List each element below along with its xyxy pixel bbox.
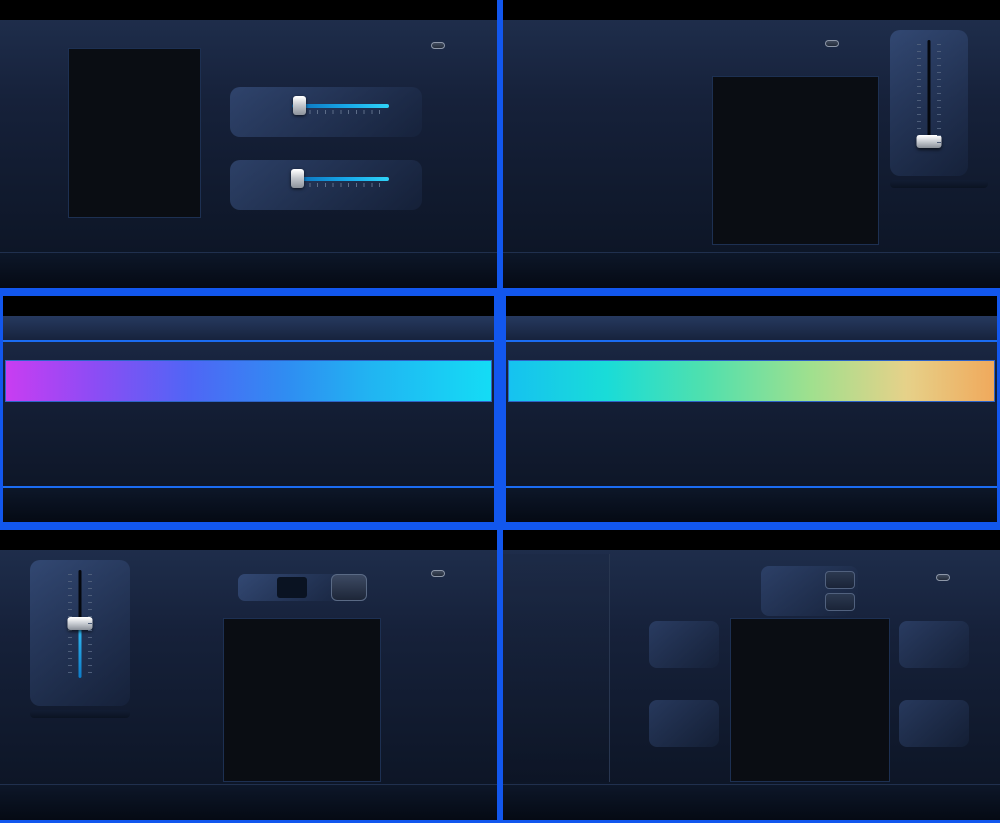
- bottom-tab-bar: [3, 486, 494, 522]
- bottom-tab-bar: [503, 252, 1000, 288]
- filter-slider-card-front: [230, 87, 422, 137]
- master-delay-card: [761, 566, 858, 616]
- slider-track: [292, 177, 389, 181]
- speaker-max-icon: [397, 106, 413, 118]
- slider-thumb[interactable]: [68, 617, 93, 630]
- bass-boost-card: [890, 30, 968, 176]
- level-value: [277, 577, 307, 598]
- delay-clock-icon: [767, 574, 781, 587]
- filter-freq-slider[interactable]: [291, 95, 390, 129]
- speaker-max-icon: [397, 179, 413, 191]
- bottom-tab-bar: [503, 784, 1000, 820]
- panel-sound: [503, 0, 1000, 288]
- slider-thumb[interactable]: [293, 96, 306, 115]
- crosshair-icon: [239, 175, 261, 196]
- default-button[interactable]: [431, 570, 445, 577]
- slider-track: [292, 104, 389, 108]
- status-bar: [503, 530, 1000, 550]
- distance-arrow-icon: [767, 596, 781, 609]
- status-bar: [0, 0, 497, 20]
- default-button[interactable]: [825, 40, 839, 47]
- bottom-tab-bar: [0, 784, 497, 820]
- speaker-min-icon: [268, 179, 284, 191]
- eq-axis-labels: [508, 403, 522, 453]
- spectrum-gradient-bar: [508, 360, 995, 402]
- status-bar: [506, 296, 997, 316]
- delay-minus-button[interactable]: [825, 593, 855, 611]
- subwoofer-gain-track[interactable]: [67, 568, 93, 680]
- status-bar: [3, 296, 494, 316]
- filter-freq-slider[interactable]: [291, 168, 390, 202]
- listen-mode-list: [503, 554, 610, 782]
- bottom-tab-bar: [506, 486, 997, 522]
- panel-bass-filter: [0, 0, 497, 288]
- bass-boost-slider: [892, 38, 966, 150]
- slider-ticks: [294, 183, 387, 187]
- subwoofer-gain-slider: [32, 568, 128, 680]
- bass-boost-track[interactable]: [916, 38, 942, 150]
- spectrum-gradient-bar: [5, 360, 492, 402]
- phase-icon: [338, 581, 360, 594]
- speaker-min-icon: [268, 106, 284, 118]
- delay-rear-left[interactable]: [649, 700, 719, 747]
- delay-front-right[interactable]: [899, 621, 969, 668]
- panel-eq-high: [503, 296, 1000, 522]
- filter-slider-card-sub: [230, 160, 422, 210]
- eq-mode-tabs: [3, 316, 494, 342]
- grid4-icon: [239, 102, 261, 123]
- panel-surround: [503, 530, 1000, 820]
- bottom-tab-bar: [0, 252, 497, 288]
- car-balance-image[interactable]: [223, 618, 381, 782]
- car-speakers-image: [68, 48, 201, 218]
- eq-axis-labels: [5, 403, 19, 453]
- screen-grid: [0, 0, 1000, 823]
- slider-ticks: [294, 110, 387, 114]
- car-speakers-image: [712, 76, 879, 245]
- panel-eq-low: [0, 296, 497, 522]
- eq-mode-tabs: [506, 316, 997, 342]
- car-delay-image[interactable]: [730, 618, 890, 782]
- panel-balance: [0, 530, 497, 820]
- default-button[interactable]: [431, 42, 445, 49]
- delay-plus-button[interactable]: [825, 571, 855, 589]
- master-level-stepper: [238, 574, 346, 601]
- status-bar: [0, 530, 497, 550]
- slider-thumb[interactable]: [917, 135, 942, 148]
- sound-settings-list: [503, 20, 671, 252]
- subwoofer-gain-card: [30, 560, 130, 706]
- master-phase-button[interactable]: [331, 574, 367, 601]
- slider-thumb[interactable]: [291, 169, 304, 188]
- subwoofer-freq-picker: [30, 710, 130, 718]
- status-bar: [503, 0, 1000, 20]
- default-button[interactable]: [936, 574, 950, 581]
- bass-boost-freq-picker: [890, 180, 988, 188]
- delay-front-left[interactable]: [649, 621, 719, 668]
- delay-rear-right[interactable]: [899, 700, 969, 747]
